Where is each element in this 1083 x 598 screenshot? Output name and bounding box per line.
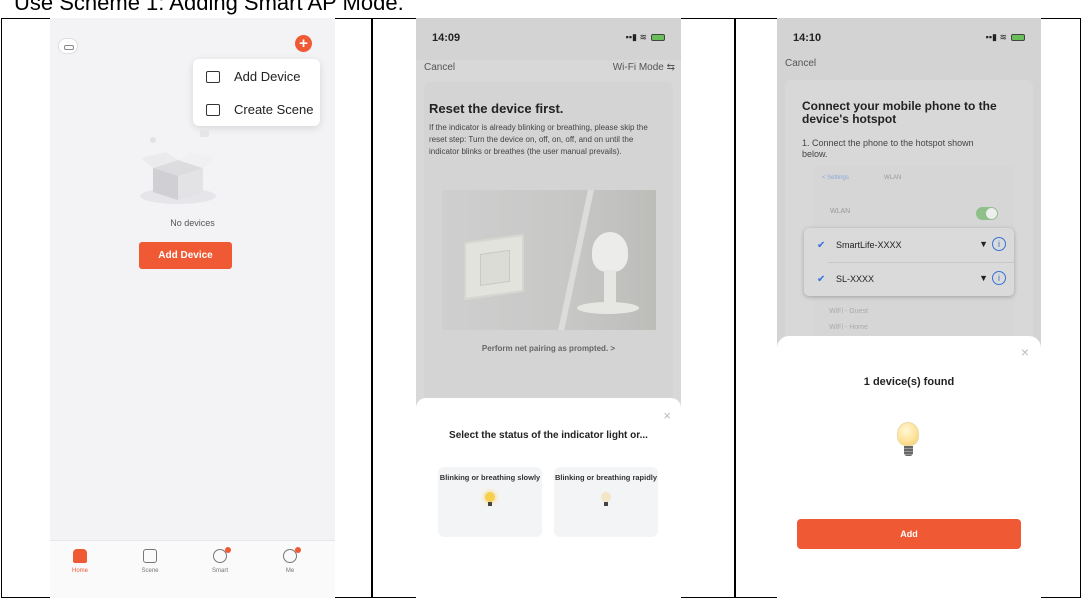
- option-blinking-rapidly[interactable]: Blinking or breathing rapidly: [554, 467, 658, 537]
- status-icons: ▪▪▮ ≋: [626, 32, 665, 43]
- smart-icon: [213, 547, 231, 563]
- network-item: ✔ SL-XXXX ▼ i: [804, 262, 1014, 296]
- settings-header: < Settings WLAN: [814, 168, 1014, 188]
- home-icon: [73, 549, 87, 563]
- tab-smart[interactable]: Smart: [195, 547, 245, 574]
- bulb-base: [604, 502, 608, 506]
- option-label: Blinking or breathing rapidly: [554, 473, 658, 482]
- signal-wifi-icon: ▪▪▮ ≋: [985, 32, 1007, 42]
- add-menu: Add Device Create Scene: [193, 59, 320, 126]
- wifi-mode-button[interactable]: Wi-Fi Mode ⇆: [613, 62, 675, 73]
- wlan-row: WLAN: [814, 204, 1014, 224]
- tab-label: Home: [71, 568, 88, 574]
- network-name: SL-XXXX: [836, 274, 875, 284]
- tab-label: Scene: [141, 568, 159, 574]
- add-button[interactable]: Add: [797, 519, 1021, 549]
- menu-item-add-device[interactable]: Add Device: [193, 60, 320, 93]
- sheet-title: Select the status of the indicator light…: [449, 430, 648, 441]
- cancel-button[interactable]: Cancel: [424, 62, 455, 73]
- close-icon[interactable]: ×: [663, 408, 671, 423]
- hotspot-title: Connect your mobile phone to the device'…: [802, 99, 997, 126]
- notification-dot: [225, 547, 231, 553]
- tab-label: Smart: [211, 568, 228, 574]
- wlan-label: WLAN: [830, 208, 851, 215]
- option-blinking-slowly[interactable]: Blinking or breathing slowly: [438, 467, 542, 537]
- divider-1: [371, 18, 373, 598]
- tab-me[interactable]: Me: [265, 547, 315, 574]
- network-list: ✔ SmartLife-XXXX ▼ i ✔ SL-XXXX ▼ i: [804, 228, 1014, 296]
- network-item: ✔ SmartLife-XXXX ▼ i: [804, 228, 1014, 262]
- devices-found-text: 1 device(s) found: [863, 376, 955, 388]
- other-network: WiFi - Guest: [829, 308, 868, 315]
- check-icon: ✔: [817, 240, 826, 251]
- network-name: SmartLife-XXXX: [836, 240, 902, 250]
- battery-icon: [1011, 34, 1025, 42]
- empty-box-illustration: [140, 130, 216, 204]
- perform-pairing-link[interactable]: Perform net pairing as prompted. >: [416, 344, 681, 353]
- tab-scene[interactable]: Scene: [125, 549, 175, 574]
- notification-dot: [295, 547, 301, 553]
- other-network: WiFi - Home: [829, 324, 868, 331]
- panel-home: + Add Device Create Scene No devices Add…: [50, 18, 335, 598]
- status-time: 14:09: [432, 32, 461, 44]
- wlan-toggle: [976, 207, 998, 220]
- create-scene-icon: [206, 103, 220, 116]
- wall-switch-image: [464, 233, 524, 301]
- menu-item-create-scene[interactable]: Create Scene: [193, 93, 320, 126]
- add-device-button[interactable]: Add Device: [139, 242, 232, 269]
- lamp-base: [577, 302, 639, 314]
- cancel-button[interactable]: Cancel: [785, 58, 816, 69]
- reset-instructions: If the indicator is already blinking or …: [429, 123, 648, 156]
- indicator-status-sheet: × Select the status of the indicator lig…: [416, 398, 681, 598]
- wifi-icon: ▼: [979, 239, 988, 249]
- battery-icon: [651, 34, 665, 42]
- caption: Use Scheme 1: Adding Smart AP Mode.: [14, 0, 404, 15]
- option-label: Blinking or breathing slowly: [439, 473, 541, 482]
- lamp-stem: [604, 270, 616, 304]
- settings-title: WLAN: [884, 175, 902, 181]
- status-bar: 14:09 ▪▪▮ ≋: [416, 18, 681, 60]
- home-selector-icon[interactable]: [58, 38, 78, 54]
- lamp-bulb-image: [592, 232, 628, 272]
- scene-icon: [143, 549, 157, 563]
- bulb-glass: [601, 492, 611, 502]
- tab-bar: Home Scene Smart Me: [50, 540, 335, 598]
- bulb-icon: [601, 492, 611, 510]
- settings-back: < Settings: [822, 175, 849, 181]
- add-device-icon: [206, 70, 220, 83]
- status-icons: ▪▪▮ ≋: [986, 32, 1025, 43]
- close-icon[interactable]: ×: [1021, 344, 1029, 360]
- devices-found-sheet: × 1 device(s) found Add: [777, 336, 1041, 598]
- info-icon: i: [992, 271, 1006, 285]
- bulb-glass: [897, 422, 919, 446]
- device-photo: [442, 190, 656, 330]
- me-icon: [283, 547, 301, 563]
- menu-item-label: Create Scene: [234, 102, 314, 117]
- panel-reset: 14:09 ▪▪▮ ≋ Cancel Wi-Fi Mode ⇆ Reset th…: [416, 18, 681, 598]
- empty-state-text: No devices: [170, 218, 215, 228]
- menu-item-label: Add Device: [234, 69, 301, 84]
- panel-hotspot: 14:10 ▪▪▮ ≋ Cancel Connect your mobile p…: [777, 18, 1041, 598]
- bulb-base: [488, 502, 492, 506]
- reset-title: Reset the device first.: [429, 101, 564, 116]
- info-icon: i: [992, 237, 1006, 251]
- wifi-icon: ▼: [979, 273, 988, 283]
- divider-2: [734, 18, 736, 598]
- bulb-glass: [485, 492, 495, 502]
- status-time: 14:10: [793, 32, 822, 44]
- plus-icon[interactable]: +: [295, 35, 312, 52]
- tab-label: Me: [285, 568, 295, 574]
- check-icon: ✔: [817, 274, 826, 285]
- bulb-icon: [485, 492, 495, 510]
- bulb-icon: [897, 422, 919, 458]
- tab-home[interactable]: Home: [55, 549, 105, 574]
- hotspot-step: 1. Connect the phone to the hotspot show…: [802, 138, 974, 159]
- signal-wifi-icon: ▪▪▮ ≋: [625, 32, 647, 42]
- bulb-base: [903, 446, 913, 456]
